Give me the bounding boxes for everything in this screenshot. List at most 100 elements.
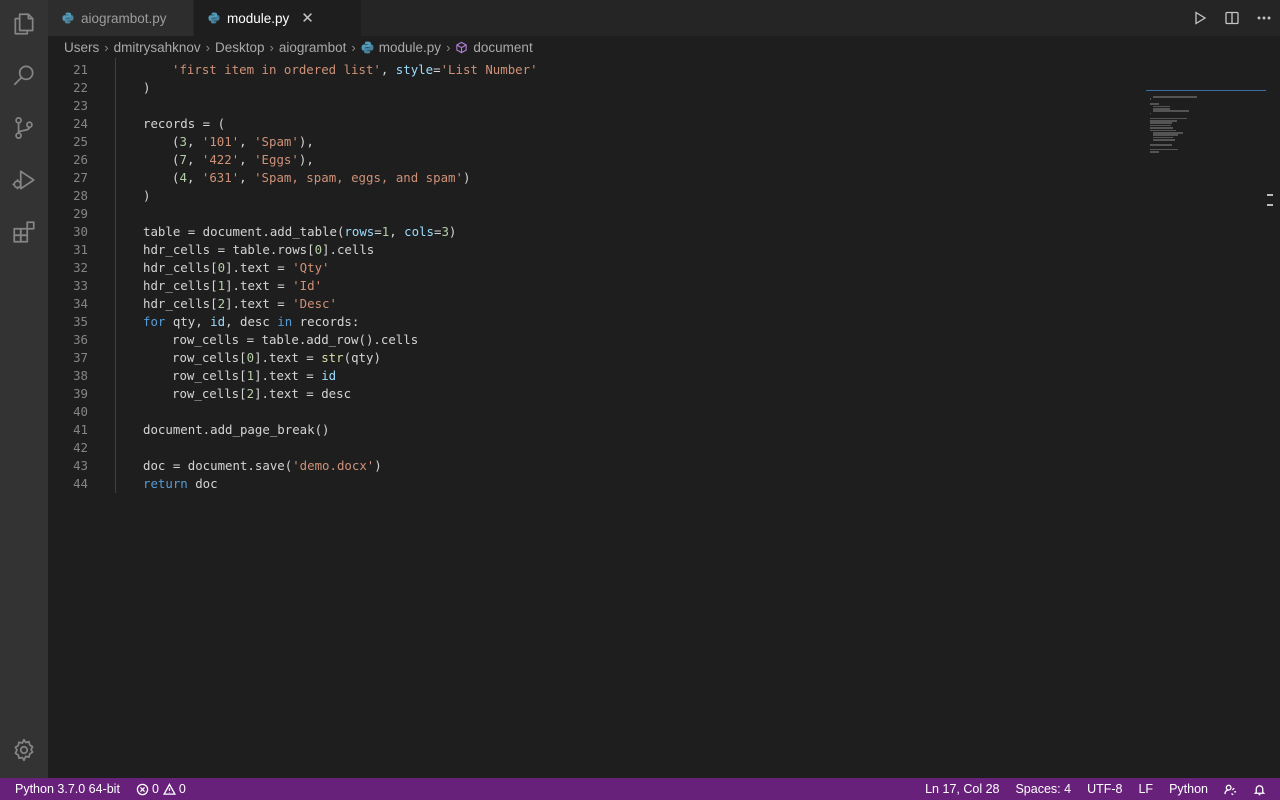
- python-file-icon: [62, 12, 74, 24]
- line-number: 28: [73, 188, 88, 203]
- run-icon[interactable]: [1184, 0, 1216, 36]
- warning-icon: [162, 782, 176, 795]
- code-token: 'Id': [292, 278, 323, 293]
- code-line[interactable]: 28): [48, 187, 1148, 205]
- code-line[interactable]: 22): [48, 79, 1148, 97]
- minimap-viewport-marker: [1146, 90, 1266, 91]
- cursor-position[interactable]: Ln 17, Col 28: [917, 778, 1007, 800]
- settings-gear-icon[interactable]: [0, 726, 48, 774]
- code-text: for qty, id, desc in records:: [143, 313, 359, 331]
- minimap-line: [1149, 117, 1188, 120]
- code-line[interactable]: 35 for qty, id, desc in records:: [48, 313, 1148, 331]
- code-line[interactable]: 24 records = (: [48, 115, 1148, 133]
- code-line[interactable]: 23: [48, 97, 1148, 115]
- python-interpreter[interactable]: Python 3.7.0 64-bit: [0, 778, 128, 800]
- code-token: ,: [186, 152, 202, 167]
- line-number: 38: [73, 368, 88, 383]
- code-token: 3: [441, 224, 449, 239]
- code-line[interactable]: 25 (3, '101', 'Spam'),: [48, 133, 1148, 151]
- code-line[interactable]: 40: [48, 403, 1148, 421]
- code-line[interactable]: 41 document.add_page_break(): [48, 421, 1148, 439]
- code-line[interactable]: 32 hdr_cells[0].text = 'Qty': [48, 259, 1148, 277]
- minimap-line: [1153, 132, 1183, 134]
- code-token: '101': [201, 134, 240, 149]
- code-token: records:: [292, 314, 360, 329]
- minimap-line: [1149, 127, 1173, 129]
- code-token: in: [277, 314, 293, 329]
- file-encoding[interactable]: UTF-8: [1079, 778, 1130, 800]
- end-of-line[interactable]: LF: [1130, 778, 1161, 800]
- code-text: ): [143, 79, 150, 97]
- line-number: 40: [73, 404, 88, 419]
- breadcrumb-item[interactable]: dmitrysahknov: [114, 40, 201, 55]
- code-line[interactable]: 44 return doc: [48, 475, 1148, 493]
- tab-aiogrambot[interactable]: aiogrambot.py: [48, 0, 194, 36]
- breadcrumb-item[interactable]: Users: [64, 40, 99, 55]
- code-token: ,: [389, 224, 405, 239]
- code-token: 1: [246, 368, 255, 383]
- code-token: ].text =: [225, 296, 293, 311]
- code-token: doc: [187, 476, 218, 491]
- code-token: ): [448, 224, 457, 239]
- code-token: ].text =: [254, 350, 322, 365]
- close-icon[interactable]: ✕: [301, 11, 314, 26]
- code-line[interactable]: 38 row_cells[1].text = id: [48, 367, 1148, 385]
- code-text: row_cells[2].text = desc: [172, 385, 351, 403]
- code-line[interactable]: 37 row_cells[0].text = str(qty): [48, 349, 1148, 367]
- breadcrumb-item[interactable]: Desktop: [215, 40, 265, 55]
- split-editor-icon[interactable]: [1216, 0, 1248, 36]
- indentation[interactable]: Spaces: 4: [1007, 778, 1079, 800]
- code-token: 2: [246, 386, 255, 401]
- code-line[interactable]: 39 row_cells[2].text = desc: [48, 385, 1148, 403]
- explorer-files-icon[interactable]: [0, 0, 48, 48]
- minimap[interactable]: [1146, 58, 1266, 168]
- code-token: document.add_page_break(): [143, 422, 330, 437]
- breadcrumb: Users › dmitrysahknov › Desktop › aiogra…: [48, 36, 1280, 58]
- line-number: 36: [73, 332, 88, 347]
- code-editor[interactable]: 21'first item in ordered list', style='L…: [48, 58, 1280, 778]
- code-token: style: [395, 62, 434, 77]
- code-line[interactable]: 43 doc = document.save('demo.docx'): [48, 457, 1148, 475]
- code-line[interactable]: 27 (4, '631', 'Spam, spam, eggs, and spam…: [48, 169, 1148, 187]
- source-control-icon[interactable]: [0, 104, 48, 152]
- code-token: 'Desc': [292, 296, 337, 311]
- code-line[interactable]: 21 'first item in ordered list', style='L…: [48, 61, 1148, 79]
- code-line[interactable]: 29: [48, 205, 1148, 223]
- error-count: 0: [151, 782, 159, 796]
- line-number: 35: [73, 314, 88, 329]
- line-number: 32: [73, 260, 88, 275]
- minimap-line: [1153, 139, 1175, 141]
- code-line[interactable]: 30 table = document.add_table(rows=1, col…: [48, 223, 1148, 241]
- code-token: 3: [179, 134, 187, 149]
- more-actions-icon[interactable]: [1248, 0, 1280, 36]
- tab-module[interactable]: module.py ✕: [194, 0, 361, 36]
- code-line[interactable]: 33 hdr_cells[1].text = 'Id': [48, 277, 1148, 295]
- breadcrumb-file[interactable]: module.py: [361, 40, 441, 55]
- language-mode[interactable]: Python: [1161, 778, 1216, 800]
- scrollbar-markers[interactable]: [1267, 194, 1273, 224]
- code-token: 1: [217, 278, 226, 293]
- code-line[interactable]: 42: [48, 439, 1148, 457]
- code-line[interactable]: 31 hdr_cells = table.rows[0].cells: [48, 241, 1148, 259]
- code-token: hdr_cells[: [143, 260, 218, 275]
- notifications-bell-icon[interactable]: [1245, 778, 1280, 800]
- code-token: 'first item in ordered list': [172, 62, 381, 77]
- feedback-icon[interactable]: [1216, 778, 1245, 800]
- breadcrumb-symbol[interactable]: document: [455, 40, 533, 55]
- breadcrumb-item[interactable]: aiogrambot: [279, 40, 347, 55]
- code-token: row_cells[: [172, 386, 247, 401]
- problems-indicator[interactable]: 0 0: [128, 778, 198, 800]
- code-line[interactable]: 36 row_cells = table.add_row().cells: [48, 331, 1148, 349]
- code-text: (4, '631', 'Spam, spam, eggs, and spam'): [172, 169, 470, 187]
- code-token: row_cells[: [172, 368, 247, 383]
- code-token: ].text = desc: [254, 386, 352, 401]
- code-token: 'Eggs': [254, 152, 299, 167]
- code-line[interactable]: 26 (7, '422', 'Eggs'),: [48, 151, 1148, 169]
- search-icon[interactable]: [0, 51, 48, 99]
- code-line[interactable]: 34 hdr_cells[2].text = 'Desc': [48, 295, 1148, 313]
- chevron-right-icon: ›: [351, 39, 356, 55]
- code-token: hdr_cells = table.rows[: [143, 242, 315, 257]
- run-debug-icon[interactable]: [0, 156, 48, 204]
- minimap-line: [1149, 98, 1151, 100]
- extensions-icon[interactable]: [0, 208, 48, 256]
